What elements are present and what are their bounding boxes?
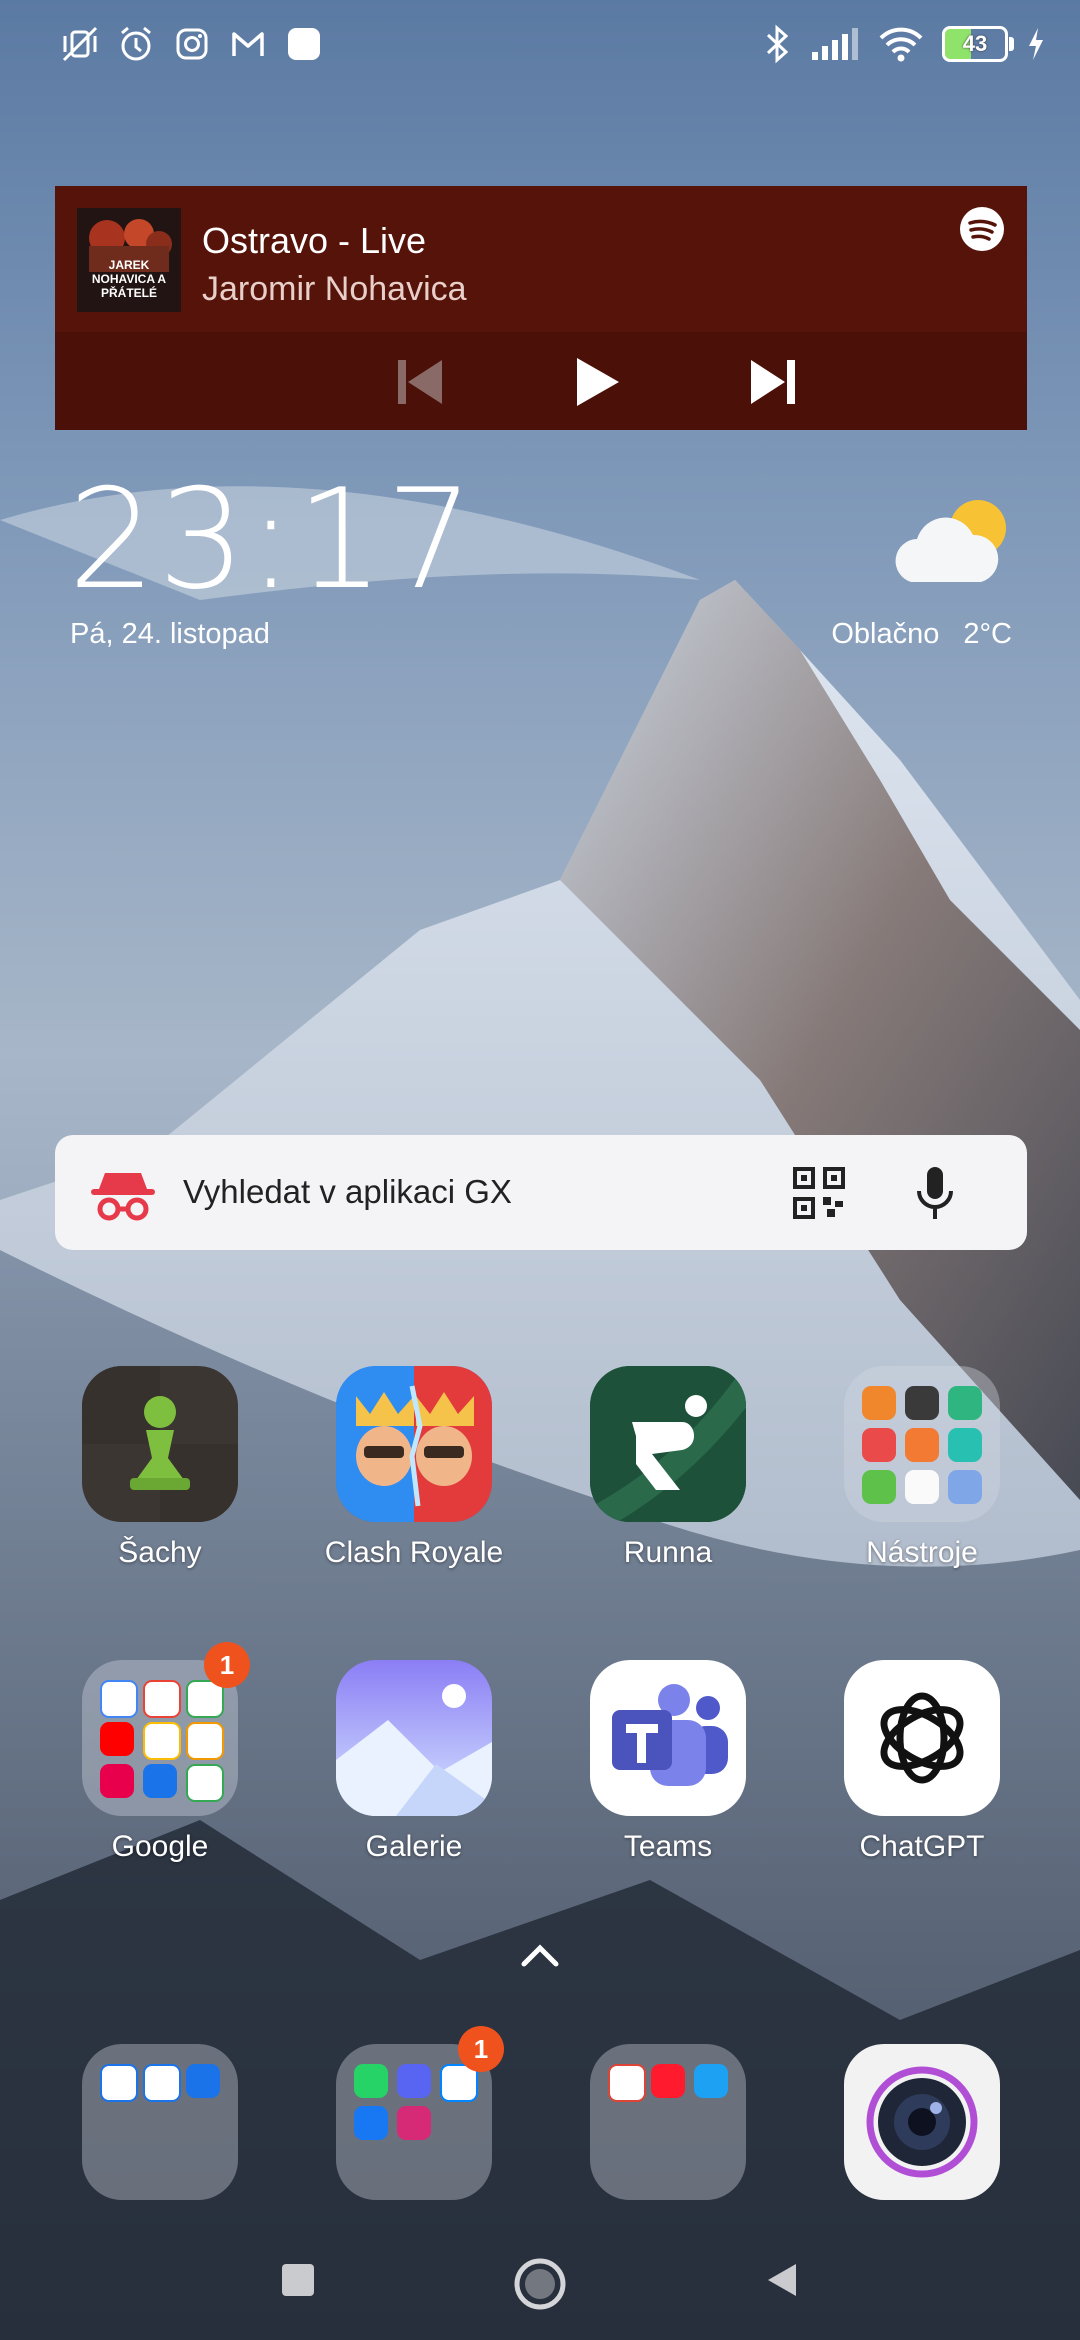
app-teams[interactable]: Teams <box>568 1660 768 1864</box>
chatgpt-icon <box>844 1660 1000 1816</box>
bluetooth-icon <box>766 24 789 64</box>
media-controls <box>55 332 1027 430</box>
app-label: Runna <box>623 1536 713 1569</box>
search-bar[interactable]: Vyhledat v aplikaci GX <box>55 1135 1027 1250</box>
previous-track-button[interactable] <box>390 352 450 412</box>
app-label: Clash Royale <box>324 1536 504 1569</box>
app-label: Google <box>111 1830 209 1863</box>
app-label: Teams <box>623 1830 713 1863</box>
gmail-icon <box>232 32 264 56</box>
back-button[interactable] <box>762 2260 802 2300</box>
track-artist: Jaromir Nohavica <box>202 270 467 308</box>
clash-royale-icon <box>336 1366 492 1522</box>
notification-badge: 1 <box>204 1642 250 1688</box>
home-button[interactable] <box>512 2256 568 2312</box>
app-google-folder[interactable]: 1 Google <box>60 1642 260 1864</box>
weather-temperature: 2°C <box>963 618 1012 650</box>
microphone-icon[interactable] <box>915 1165 955 1223</box>
weather-info[interactable]: Oblačno 2°C <box>831 618 1012 651</box>
media-info: JAREK NOHAVICA A PŘÁTELÉ Ostravo - Live … <box>55 186 1027 332</box>
app-chatgpt[interactable]: ChatGPT <box>822 1660 1022 1864</box>
app-square-icon <box>288 28 320 60</box>
dock-phone-folder[interactable] <box>60 2044 260 2200</box>
app-label: Nástroje <box>866 1536 978 1569</box>
runna-icon <box>590 1366 746 1522</box>
battery-icon: 43 <box>942 26 1014 62</box>
app-label: Šachy <box>118 1536 202 1569</box>
album-art-text: JAREK NOHAVICA A PŘÁTELÉ <box>91 258 167 300</box>
instagram-icon <box>176 28 208 60</box>
dock-social-folder[interactable]: 1 <box>314 2026 514 2200</box>
weather-condition: Oblačno <box>831 618 940 650</box>
status-bar: 43 <box>0 0 1080 96</box>
spotify-icon[interactable] <box>959 206 1005 252</box>
qr-code-icon[interactable] <box>793 1167 845 1219</box>
clock-date[interactable]: Pá, 24. listopad <box>70 618 270 651</box>
wifi-icon <box>879 27 923 62</box>
clock-time[interactable]: 23:17 <box>68 470 476 610</box>
search-placeholder: Vyhledat v aplikaci GX <box>183 1173 512 1210</box>
next-track-button[interactable] <box>743 352 803 412</box>
app-clash-royale[interactable]: Clash Royale <box>314 1366 514 1570</box>
alarm-icon <box>121 26 151 61</box>
app-label: Galerie <box>365 1830 463 1863</box>
chess-icon <box>82 1366 238 1522</box>
signal-icon <box>812 28 858 60</box>
tools-folder-icon <box>844 1366 1000 1522</box>
track-title: Ostravo - Live <box>202 220 427 261</box>
browsers-folder-icon <box>590 2044 746 2200</box>
charging-icon <box>1029 28 1043 60</box>
dock-browsers-folder[interactable] <box>568 2044 768 2200</box>
incognito-icon <box>91 1173 155 1221</box>
mute-vibrate-icon <box>62 26 98 62</box>
navigation-bar <box>0 2250 1080 2340</box>
phone-folder-icon <box>82 2044 238 2200</box>
app-tools-folder[interactable]: Nástroje <box>822 1366 1022 1570</box>
app-runna[interactable]: Runna <box>568 1366 768 1570</box>
teams-icon <box>590 1660 746 1816</box>
notification-badge: 1 <box>458 2026 504 2072</box>
camera-icon <box>844 2044 1000 2200</box>
app-label: ChatGPT <box>859 1830 985 1863</box>
dock-camera[interactable] <box>822 2044 1022 2200</box>
app-drawer-chevron-icon[interactable] <box>520 1940 560 1970</box>
media-widget[interactable]: JAREK NOHAVICA A PŘÁTELÉ Ostravo - Live … <box>55 186 1027 430</box>
app-gallery[interactable]: Galerie <box>314 1660 514 1864</box>
recents-button[interactable] <box>278 2260 318 2300</box>
play-button[interactable] <box>565 352 625 412</box>
gallery-icon <box>336 1660 492 1816</box>
app-chess[interactable]: Šachy <box>60 1366 260 1570</box>
album-art: JAREK NOHAVICA A PŘÁTELÉ <box>77 208 181 312</box>
partly-cloudy-icon[interactable] <box>893 490 1013 600</box>
